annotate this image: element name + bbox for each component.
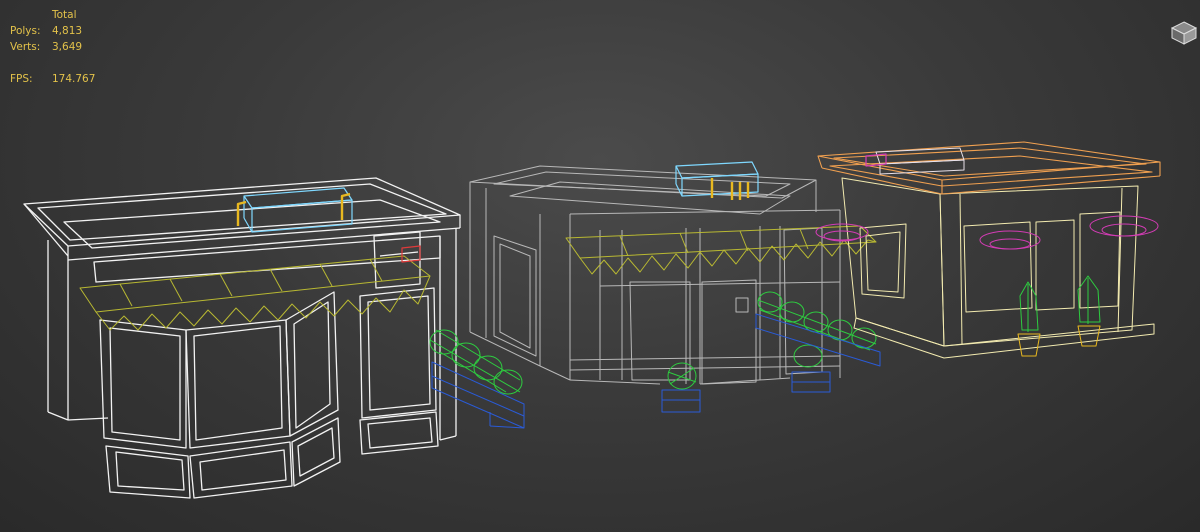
- building-center-edge: [569, 209, 841, 215]
- building-center-transom: [569, 355, 841, 361]
- planter-left-edge: [431, 375, 525, 417]
- building-center-roof: [469, 165, 817, 199]
- building-left-bay-window-inner: [109, 327, 181, 441]
- building-right-door: [1035, 219, 1075, 311]
- building-left-wall-edge: [47, 411, 69, 421]
- building-left-fascia: [93, 235, 441, 283]
- planter-center-right[interactable]: [755, 291, 881, 393]
- roof-unit-right-front: [879, 159, 965, 175]
- building-center-edge: [569, 379, 661, 385]
- building-left-side-box-edge: [379, 251, 419, 257]
- building-right-wall-side: [841, 177, 945, 347]
- viewcube-icon[interactable]: [1170, 14, 1200, 50]
- building-left-lower-panel: [291, 417, 341, 487]
- building-left-roof-edge: [23, 203, 69, 257]
- planter-center[interactable]: [661, 362, 701, 413]
- building-left-door-inner: [367, 295, 431, 411]
- awning-center-rib: [619, 235, 629, 257]
- building-right-wireframe[interactable]: [841, 177, 1155, 359]
- awning-center-rib: [679, 232, 689, 254]
- awning-left-rib: [319, 263, 333, 287]
- planter-center-box: [661, 389, 701, 413]
- building-left-bay-window: [99, 319, 187, 449]
- awning-left-wireframe[interactable]: [79, 255, 431, 331]
- awning-center-scallops: [579, 239, 877, 275]
- ac-unit-left-edge: [243, 217, 253, 233]
- building-left-lower-panel: [199, 449, 287, 491]
- building-right-base: [853, 317, 1155, 359]
- building-right-window: [963, 221, 1033, 313]
- building-left-wall-edge: [439, 435, 457, 441]
- shrub-left-wire: [429, 329, 521, 393]
- planter-left[interactable]: [429, 329, 525, 429]
- wall-lamp: [1101, 223, 1147, 237]
- building-left-bay-window-inner: [193, 325, 283, 441]
- building-right-roof[interactable]: [817, 141, 1161, 195]
- wall-lamp: [1089, 215, 1159, 237]
- building-right-window: [1079, 211, 1121, 309]
- awning-left-top: [79, 255, 431, 313]
- building-left-door-base-inner: [367, 417, 433, 449]
- building-left-bay-window: [285, 291, 339, 437]
- building-center-edge: [539, 365, 571, 381]
- awning-center-wireframe[interactable]: [565, 225, 877, 275]
- building-right-wall-front: [939, 185, 1139, 347]
- awning-center-rib: [739, 230, 749, 252]
- building-left-bay-window-inner: [293, 301, 331, 429]
- building-center-transom: [569, 365, 841, 371]
- ac-unit-center-edge: [675, 183, 683, 197]
- planter-left-box: [431, 361, 525, 429]
- building-left-door: [359, 287, 437, 419]
- building-center-side-window-inner: [499, 243, 531, 349]
- building-center-side-door: [783, 227, 823, 375]
- ac-unit-left[interactable]: [243, 187, 353, 233]
- potted-tree-2-pot: [1077, 325, 1101, 347]
- wall-lamp: [989, 238, 1031, 250]
- shrub-center-right: [757, 291, 783, 313]
- viewport-perspective[interactable]: Total Polys: 4,813 Verts: 3,649 FPS: 174…: [0, 0, 1200, 532]
- awning-left-rib: [269, 268, 283, 292]
- building-right-edge: [959, 193, 963, 345]
- building-right-roof-top: [817, 141, 1161, 181]
- building-center-wall-box: [735, 297, 749, 313]
- potted-tree-1[interactable]: [1017, 281, 1041, 357]
- shrub-center-right-wire: [757, 299, 877, 351]
- potted-tree-2[interactable]: [1077, 275, 1101, 347]
- building-left-lower-panel: [115, 451, 185, 491]
- building-left-wall-edge: [67, 417, 109, 421]
- building-left-roof-edge: [67, 227, 461, 261]
- building-center-wireframe[interactable]: [469, 165, 841, 385]
- building-left-wireframe[interactable]: [23, 177, 461, 499]
- building-right-parapet: [829, 155, 1153, 187]
- awning-left-rib: [119, 283, 133, 307]
- building-left-roof: [23, 177, 461, 247]
- pipe-left-1: [236, 200, 247, 226]
- building-center-transom: [599, 281, 841, 287]
- pipe-left-2: [340, 192, 351, 220]
- ac-unit-left-top: [243, 187, 353, 209]
- wall-lamp: [979, 230, 1041, 250]
- building-left-lower-panel: [297, 427, 335, 477]
- awning-left-rib: [169, 278, 183, 302]
- planter-center-right-box: [755, 313, 881, 367]
- wall-lamps-right[interactable]: [815, 215, 1159, 250]
- awning-left-rib: [219, 273, 233, 297]
- building-center-door: [629, 281, 691, 381]
- potted-tree-1-foliage: [1019, 281, 1039, 331]
- potted-tree-2-foliage: [1077, 275, 1101, 323]
- wireframe-scene[interactable]: [0, 0, 1200, 532]
- building-right-roof-edge: [817, 155, 823, 169]
- shrub-center-wire: [667, 367, 697, 385]
